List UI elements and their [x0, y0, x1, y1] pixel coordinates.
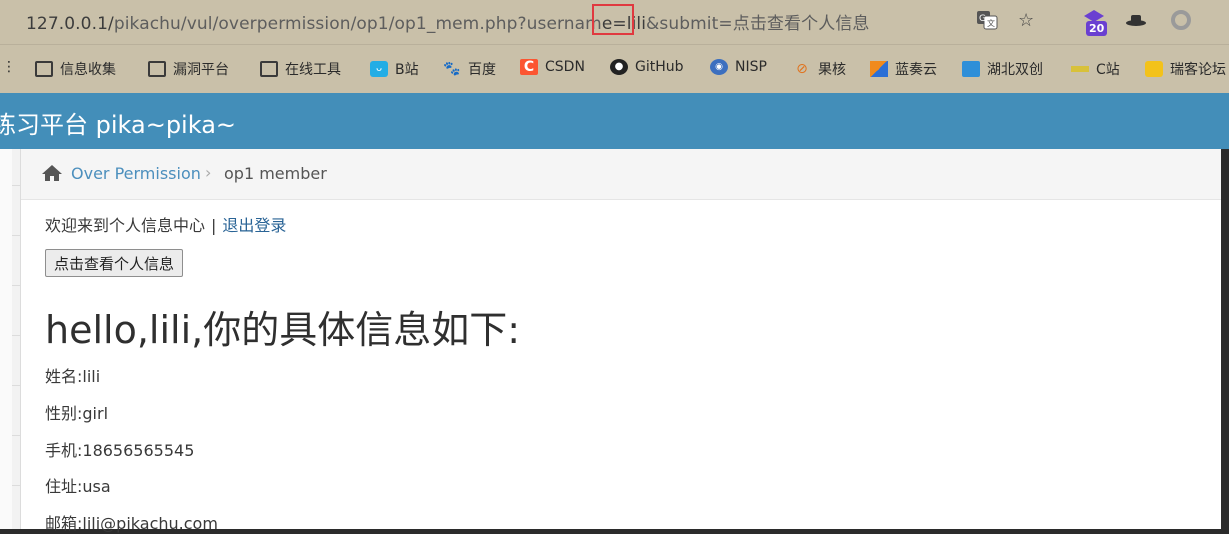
site-header: 练习平台 pika~pika~ — [0, 93, 1229, 149]
view-info-button[interactable]: 点击查看个人信息 — [45, 249, 184, 277]
sidebar-collapsed — [12, 149, 21, 529]
page: 练习平台 pika~pika~ Over Permission › op1 me… — [0, 93, 1229, 533]
baidu-icon: 🐾 — [443, 61, 461, 77]
bookmark-online-tools[interactable]: 在线工具 — [260, 59, 341, 79]
breadcrumb-link-over-permission[interactable]: Over Permission — [71, 164, 201, 183]
bookmark-ruike[interactable]: 瑞客论坛 — [1145, 59, 1226, 79]
bookmarks-overflow-icon[interactable]: ⋮ — [2, 59, 16, 75]
right-edge — [1221, 149, 1229, 529]
welcome-text: 欢迎来到个人信息中心 — [45, 216, 206, 235]
svg-text:G: G — [979, 14, 986, 24]
github-icon: ● — [610, 59, 628, 75]
folder-icon — [35, 61, 53, 77]
csdn-icon: C — [520, 59, 538, 75]
folder-icon — [148, 61, 166, 77]
bookmark-hubei[interactable]: 湖北双创 — [962, 59, 1043, 79]
logout-link[interactable]: 退出登录 — [222, 216, 286, 235]
breadcrumb-current: op1 member — [224, 164, 327, 183]
bookmark-info-collect[interactable]: 信息收集 — [35, 59, 116, 79]
bookmark-vuln-platform[interactable]: 漏洞平台 — [148, 59, 229, 79]
bookmark-lanzou[interactable]: 蓝奏云 — [870, 59, 937, 79]
bookmark-baidu[interactable]: 🐾 百度 — [443, 59, 496, 79]
bookmark-star-icon[interactable]: ☆ — [1018, 10, 1034, 31]
c-site-icon — [1071, 66, 1089, 72]
breadcrumb-separator: › — [205, 163, 212, 182]
info-name: 姓名:lili — [45, 367, 101, 386]
bookmark-bilibili[interactable]: ᴗ B站 — [370, 59, 419, 79]
home-icon[interactable] — [41, 164, 63, 182]
svg-text:文: 文 — [987, 18, 995, 28]
info-email: 邮箱:lili@pikachu.com — [45, 514, 218, 533]
lanzou-icon — [870, 61, 888, 77]
folder-icon — [260, 61, 278, 77]
bookmark-csdn[interactable]: C CSDN — [520, 59, 585, 75]
main-content: Over Permission › op1 member 欢迎来到个人信息中心 |… — [21, 149, 1221, 533]
bookmark-nisp[interactable]: ◉ NISP — [710, 59, 767, 75]
hat-extension-icon[interactable] — [1125, 12, 1147, 33]
bookmarks-bar: ⋮ 信息收集 漏洞平台 在线工具 ᴗ B站 🐾 百度 C CSDN ● GitHub ◉… — [0, 44, 1229, 93]
ruike-icon — [1145, 61, 1163, 77]
address-bar[interactable]: 127.0.0.1/pikachu/vul/overpermission/op1… — [0, 0, 1229, 44]
welcome-separator: | — [211, 216, 217, 235]
hello-heading: hello,lili,你的具体信息如下: — [45, 308, 521, 352]
info-address: 住址:usa — [45, 477, 111, 496]
welcome-line: 欢迎来到个人信息中心 | 退出登录 — [45, 212, 286, 236]
url-highlight-box — [592, 4, 634, 35]
nisp-icon: ◉ — [710, 59, 728, 75]
info-phone: 手机:18656565545 — [45, 441, 195, 460]
site-title[interactable]: 练习平台 pika~pika~ — [0, 105, 236, 140]
bilibili-icon: ᴗ — [370, 61, 388, 77]
hubei-icon — [962, 61, 980, 77]
extension-badge: 20 — [1086, 21, 1108, 36]
guohe-icon: ⊘ — [796, 61, 808, 77]
bookmark-guohe[interactable]: ⊘ 果核 — [793, 59, 846, 79]
translate-icon[interactable]: G文 — [976, 10, 998, 35]
info-gender: 性别:girl — [45, 404, 109, 423]
bookmark-github[interactable]: ● GitHub — [610, 59, 684, 75]
url-text[interactable]: 127.0.0.1/pikachu/vul/overpermission/op1… — [26, 9, 870, 34]
bookmark-c-site[interactable]: C站 — [1071, 59, 1120, 79]
circle-extension-icon[interactable] — [1170, 9, 1192, 36]
breadcrumb: Over Permission › op1 member — [21, 149, 1221, 200]
